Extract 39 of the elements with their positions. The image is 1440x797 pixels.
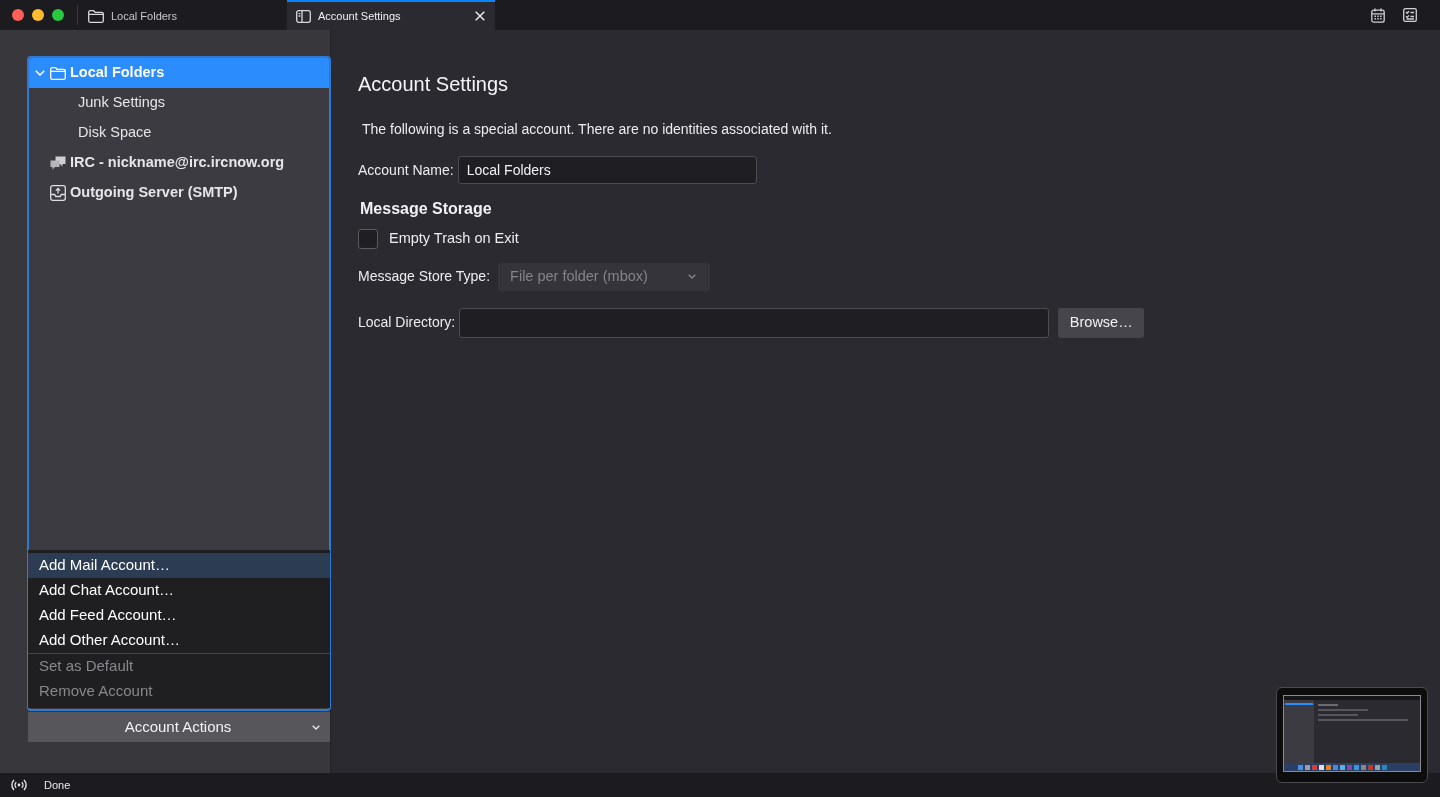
calendar-icon[interactable] [1371,7,1385,23]
window-minimize-button[interactable] [32,9,44,21]
chat-bubbles-icon [50,156,66,170]
browse-button[interactable]: Browse… [1058,307,1145,338]
status-text: Done [44,777,71,793]
description-text: The following is a special account. There are no identities associated with it. [362,120,833,139]
tab[interactable]: Account Settings [287,0,495,30]
chevron-icon[interactable] [35,70,45,76]
local-directory-field[interactable] [459,307,1050,338]
close-icon[interactable] [475,11,485,21]
tab[interactable]: Local Folders [79,0,287,30]
window-layout-icon [296,9,311,23]
task-list-icon[interactable] [1403,8,1417,22]
window-close-button[interactable] [12,9,24,21]
tree-item[interactable]: Disk Space [29,118,329,148]
chevron-icon [688,274,697,280]
broadcast-icon [11,779,27,791]
folder-icon [88,9,104,23]
account-name-field[interactable]: Local Folders [457,156,757,184]
field-label: Local Directory: [358,313,456,333]
account-actions-button[interactable]: Account Actions [28,712,330,742]
menu-item[interactable]: Add Mail Account… [28,553,330,578]
checkbox-label: Empty Trash on Exit [389,229,519,248]
folder-icon [50,66,66,80]
menu-item[interactable]: Add Other Account… [28,628,330,653]
outbox-tray-icon [50,185,66,201]
menu-item[interactable]: Add Feed Account… [28,603,330,628]
screenshot-thumbnail[interactable] [1276,687,1428,783]
section-heading: Message Storage [360,199,493,219]
chevron-icon [312,724,320,730]
tree-item[interactable]: IRC - nickname@irc.ircnow.org [29,148,329,178]
page-title: Account Settings [358,72,510,96]
field-label: Account Name: [358,160,454,180]
field-label: Message Store Type: [358,267,491,287]
tree-item[interactable]: Junk Settings [29,88,329,118]
checkbox[interactable] [358,228,378,249]
tree-item[interactable]: Outgoing Server (SMTP) [29,178,329,208]
window-zoom-button[interactable] [52,9,64,21]
menu-item[interactable]: Add Chat Account… [28,578,330,603]
